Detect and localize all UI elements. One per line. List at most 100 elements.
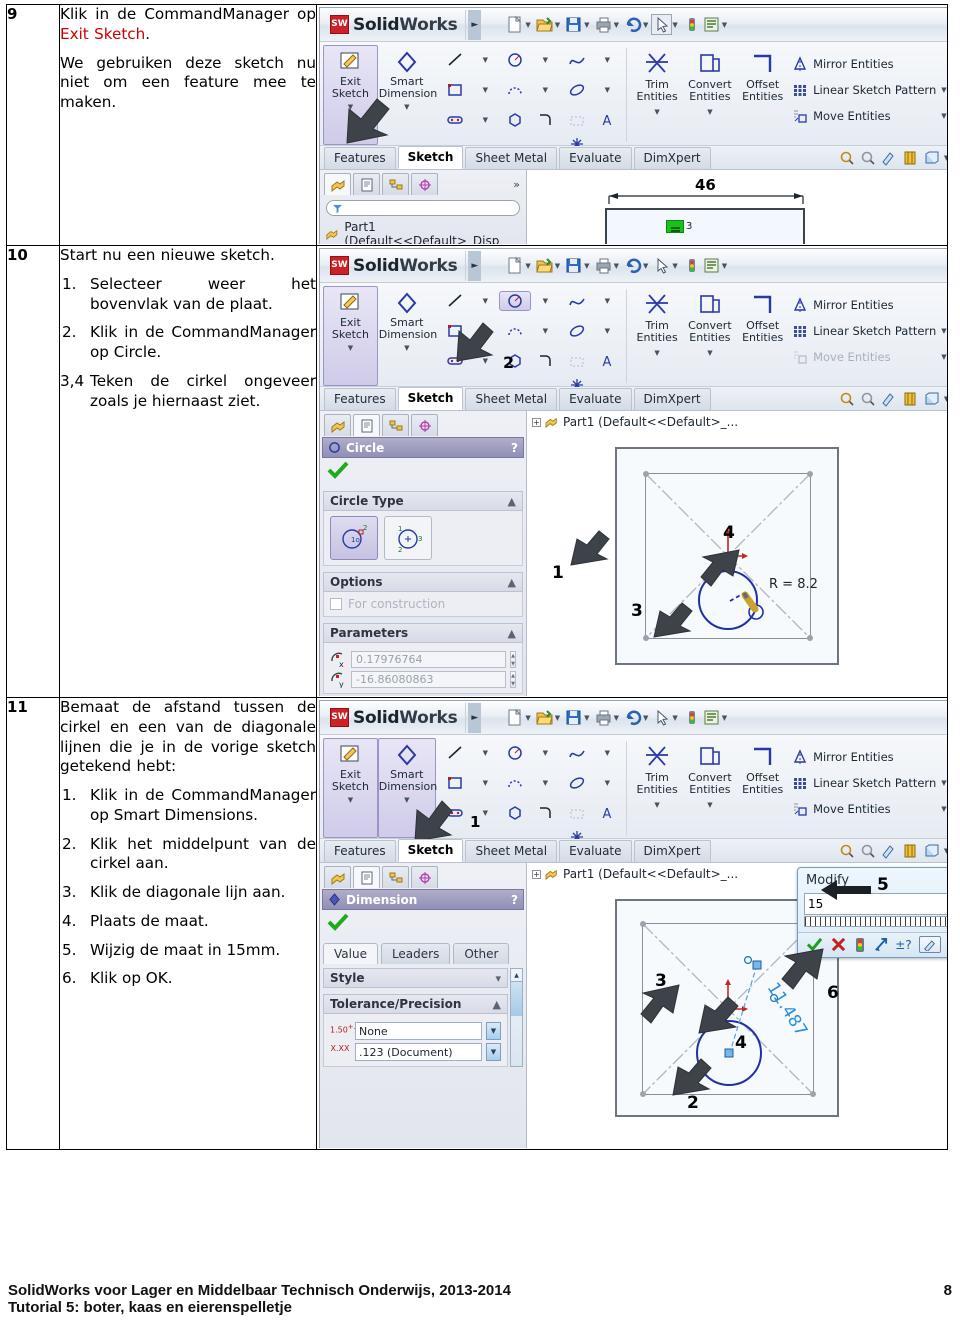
chevron-down-icon[interactable]: ▼ [722, 714, 727, 722]
configuration-manager-tab[interactable] [382, 414, 409, 436]
smart-dimension-button[interactable]: Smart Dimension ▼ [378, 286, 437, 386]
chevron-down-icon[interactable]: ▼ [592, 56, 622, 64]
fillet-tool-icon[interactable] [530, 804, 560, 822]
perimeter-circle-option[interactable]: 1 2 3 [384, 516, 432, 560]
feature-tree-filter-input[interactable] [326, 200, 520, 216]
tab-sketch[interactable]: Sketch [397, 839, 464, 862]
chevron-down-icon[interactable]: ▼ [592, 779, 622, 787]
chevron-down-icon[interactable]: ▼ [944, 154, 947, 162]
chevron-up-icon[interactable]: ▲ [508, 495, 516, 508]
property-manager-tab[interactable] [353, 866, 380, 888]
chevron-down-icon[interactable]: ▼ [643, 21, 648, 29]
chevron-down-icon[interactable]: ▼ [525, 21, 530, 29]
feature-tree-flyout[interactable]: + Part1 (Default<<Default>_... [527, 411, 947, 429]
tab-evaluate[interactable]: Evaluate [559, 147, 632, 169]
configuration-manager-tab[interactable] [382, 173, 409, 195]
zoom-out-icon[interactable] [860, 150, 876, 166]
chevron-up-icon[interactable]: ▲ [508, 576, 516, 589]
plate-sketch-rect[interactable] [605, 208, 805, 244]
scroll-thumb[interactable] [511, 982, 522, 1016]
chevron-down-icon[interactable]: ▼ [486, 1022, 501, 1040]
trim-entities-button[interactable]: Trim Entities ▼ [631, 286, 684, 386]
exit-sketch-link[interactable]: Exit Sketch [60, 25, 145, 43]
linear-sketch-pattern-item[interactable]: Linear Sketch Pattern ▼ [791, 770, 947, 796]
property-manager-tab[interactable] [353, 414, 380, 436]
chevron-down-icon[interactable]: ▼ [470, 749, 500, 757]
help-icon[interactable]: ? [511, 893, 518, 907]
precision-value[interactable]: .123 (Document) [355, 1043, 482, 1061]
undo-icon[interactable] [623, 256, 642, 275]
select-cursor-icon[interactable] [651, 14, 673, 35]
rebuild-traffic-icon[interactable] [682, 15, 701, 34]
modify-thumbwheel[interactable] [804, 916, 947, 927]
chevron-down-icon[interactable]: ▼ [722, 262, 727, 270]
tab-evaluate[interactable]: Evaluate [559, 388, 632, 410]
chevron-down-icon[interactable]: ▼ [530, 327, 560, 335]
select-cursor-icon[interactable] [652, 708, 671, 727]
menu-expand-icon[interactable]: ► [468, 9, 482, 40]
chevron-down-icon[interactable]: ▼ [530, 86, 560, 94]
chevron-down-icon[interactable]: ▼ [592, 297, 622, 305]
chevron-down-icon[interactable]: ▼ [672, 262, 677, 270]
print-icon[interactable] [594, 15, 613, 34]
tab-dimxpert[interactable]: DimXpert [633, 388, 711, 410]
exit-sketch-button[interactable]: Exit Sketch ▼ [323, 286, 378, 386]
arc-tool-icon[interactable] [500, 81, 530, 99]
chevron-down-icon[interactable]: ▼ [525, 262, 530, 270]
chevron-down-icon[interactable]: ▼ [470, 297, 500, 305]
circle-type-section-header[interactable]: Circle Type ▲ [323, 491, 523, 511]
chevron-down-icon[interactable]: ▼ [614, 21, 619, 29]
chevron-down-icon[interactable]: ▼ [324, 796, 377, 805]
expand-panel-icon[interactable]: » [513, 178, 526, 191]
tolerance-section-header[interactable]: Tolerance/Precision ▲ [323, 994, 508, 1014]
chevron-down-icon[interactable]: ▼ [530, 56, 560, 64]
relation-badge[interactable] [666, 220, 684, 233]
arc-tool-icon[interactable] [500, 322, 530, 340]
chevron-down-icon[interactable]: ▼ [684, 349, 737, 358]
trim-entities-button[interactable]: Trim Entities ▼ [631, 45, 684, 145]
line-tool-icon[interactable] [440, 51, 470, 69]
chevron-down-icon[interactable]: ▼ [470, 116, 500, 124]
center-y-stepper[interactable]: ▲ ▼ [510, 671, 516, 688]
move-entities-item[interactable]: Move Entities ▼ [791, 344, 947, 370]
view-orientation-icon[interactable] [902, 150, 918, 166]
ellipse-tool-icon[interactable] [562, 81, 592, 99]
chevron-down-icon[interactable]: ▼ [555, 21, 560, 29]
chevron-down-icon[interactable]: ▼ [555, 714, 560, 722]
text-tool-icon[interactable]: A [592, 352, 622, 370]
parameters-section-header[interactable]: Parameters ▲ [323, 623, 523, 643]
view-orientation-icon[interactable] [902, 391, 918, 407]
new-document-icon[interactable] [505, 708, 524, 727]
arc-tool-icon[interactable] [500, 774, 530, 792]
chevron-down-icon[interactable]: ▼ [584, 21, 589, 29]
dimxpert-manager-tab[interactable] [411, 173, 438, 195]
expand-icon[interactable]: + [532, 417, 541, 427]
tab-sketch[interactable]: Sketch [397, 146, 464, 169]
for-construction-checkbox[interactable] [330, 598, 342, 610]
chevron-down-icon[interactable]: ▼ [584, 262, 589, 270]
polygon-tool-icon[interactable] [500, 804, 530, 822]
chevron-down-icon[interactable]: ▼ [584, 714, 589, 722]
mirror-entities-item[interactable]: Mirror Entities [791, 51, 947, 77]
open-document-icon[interactable] [535, 256, 554, 275]
rebuild-traffic-icon[interactable] [682, 708, 701, 727]
save-icon[interactable] [564, 15, 583, 34]
display-style-icon[interactable] [923, 391, 939, 407]
display-style-icon[interactable] [923, 843, 939, 859]
zoom-in-icon[interactable] [839, 391, 855, 407]
for-construction-row[interactable]: For construction [330, 597, 516, 611]
zoom-out-icon[interactable] [860, 391, 876, 407]
graphics-area[interactable]: 46 3 [527, 170, 947, 244]
chevron-down-icon[interactable]: ▼ [592, 749, 622, 757]
undo-icon[interactable] [623, 15, 642, 34]
spline-tool-icon[interactable] [562, 744, 592, 762]
mirror-entities-item[interactable]: Mirror Entities [791, 744, 947, 770]
plane-tool-icon[interactable] [562, 111, 592, 129]
panel-scrollbar[interactable]: ▲ [510, 968, 523, 1067]
dimension-46[interactable]: 46 [607, 176, 807, 204]
chevron-down-icon[interactable]: ▼ [941, 805, 946, 813]
feature-manager-tab[interactable] [324, 414, 351, 436]
spline-tool-icon[interactable] [562, 292, 592, 310]
select-cursor-icon[interactable] [652, 256, 671, 275]
chevron-down-icon[interactable]: ▼ [470, 56, 500, 64]
